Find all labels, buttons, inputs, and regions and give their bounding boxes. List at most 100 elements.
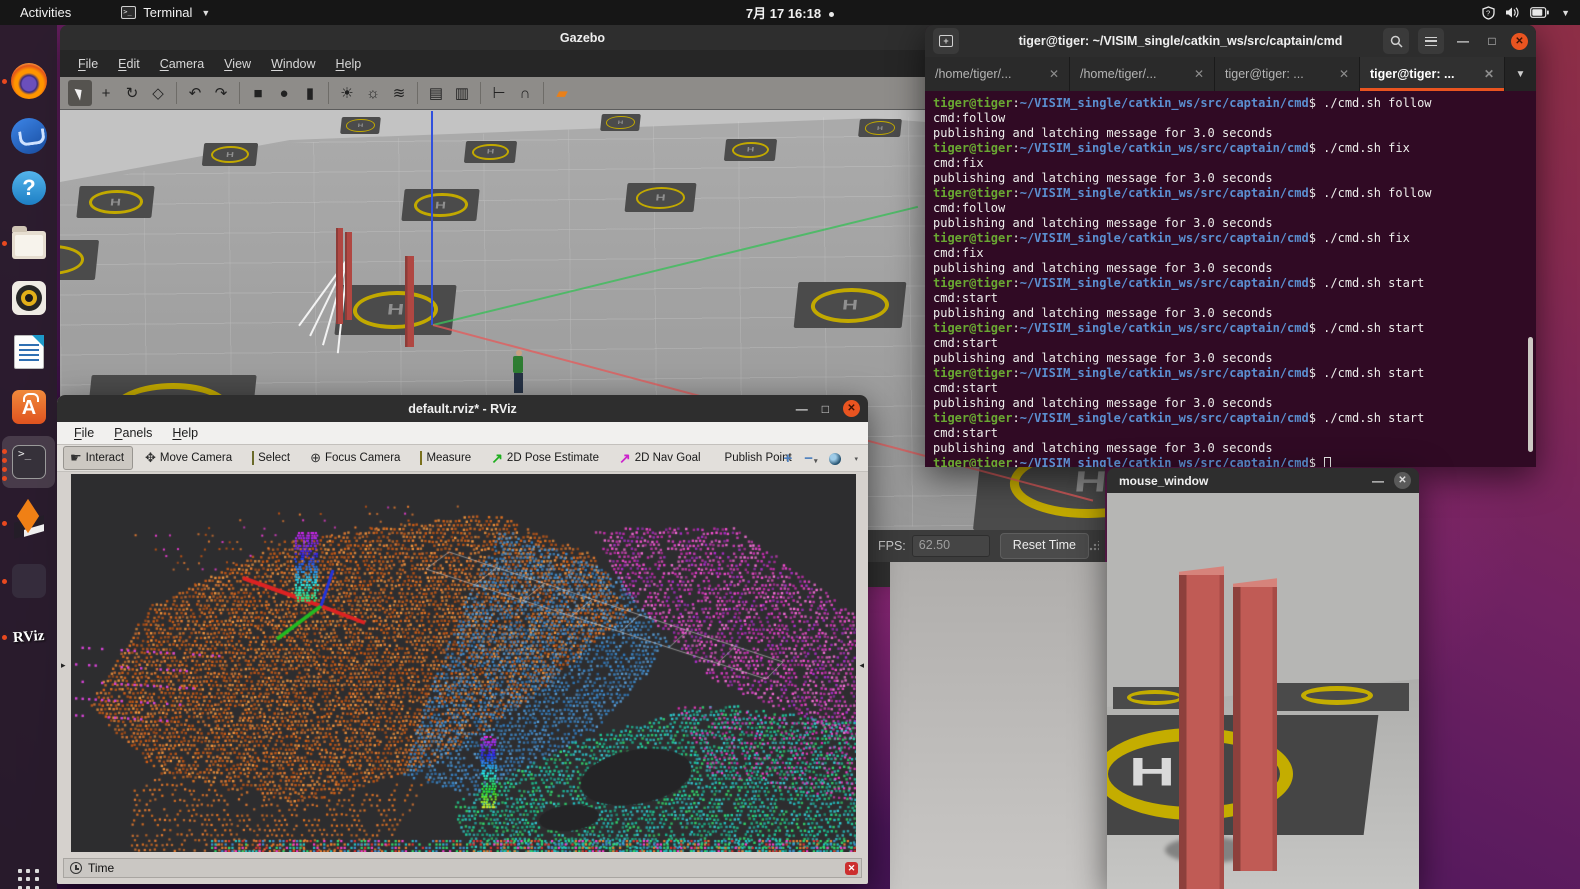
clock-label[interactable]: 7月 17 16:18 [746, 6, 821, 21]
rviz-tool-interact[interactable]: ☛Interact [63, 446, 133, 470]
rviz-tool-select[interactable]: Select [246, 449, 298, 467]
gazebo-menu-help[interactable]: Help [328, 54, 370, 74]
dock-item-show-applications[interactable] [9, 860, 49, 889]
caret-down-icon[interactable]: ▾ [854, 455, 858, 463]
terminal-output-line: cmd:follow [933, 201, 1536, 216]
terminal-tab-2[interactable]: /home/tiger/...✕ [1070, 57, 1215, 91]
rviz-menu-file[interactable]: File [65, 424, 103, 442]
gazebo-menu-file[interactable]: File [70, 54, 106, 74]
fps-value-field: 62.50 [912, 535, 990, 557]
scale-icon[interactable]: ◇ [146, 80, 170, 106]
dock-item-files[interactable] [9, 223, 49, 263]
caret-down-icon: ▼ [201, 8, 210, 18]
new-tab-button[interactable]: + [933, 28, 959, 54]
gazebo-menu-edit[interactable]: Edit [110, 54, 148, 74]
terminal-prompt-line: tiger@tiger:~/VISIM_single/catkin_ws/src… [933, 411, 1536, 426]
rviz-tool-2d-pose-estimate[interactable]: ↗2D Pose Estimate [485, 447, 607, 470]
dock-item-thunderbird[interactable] [9, 116, 49, 156]
directional-light-icon[interactable]: ≋ [387, 80, 411, 106]
volume-icon [1505, 6, 1520, 19]
scrollbar-thumb[interactable] [1528, 337, 1533, 452]
rviz-menu-help[interactable]: Help [163, 424, 207, 442]
dock-item-terminal[interactable]: >_ [9, 442, 49, 482]
undo-icon[interactable]: ↶ [183, 80, 207, 106]
minimize-icon[interactable]: — [796, 402, 808, 416]
minimize-icon[interactable]: — [1453, 34, 1473, 48]
terminal-window-title: tiger@tiger: ~/VISIM_single/catkin_ws/sr… [1015, 34, 1346, 48]
terminal-output-line: cmd:start [933, 381, 1536, 396]
tab-list-caret-icon[interactable]: ▼ [1505, 57, 1536, 91]
panel-expand-right-icon[interactable]: ◂ [859, 660, 864, 671]
redo-icon[interactable]: ↷ [209, 80, 233, 106]
sphere-icon[interactable]: ● [272, 80, 296, 106]
dock-item-gazebo[interactable] [9, 503, 49, 543]
rotate-icon[interactable]: ↻ [120, 80, 144, 106]
close-icon[interactable]: ✕ [843, 400, 860, 417]
tab-close-icon[interactable]: ✕ [1049, 67, 1059, 81]
cylinder-icon[interactable]: ▮ [298, 80, 322, 106]
terminal-tab-4[interactable]: tiger@tiger: ...✕ [1360, 57, 1505, 91]
terminal-output[interactable]: tiger@tiger:~/VISIM_single/catkin_ws/src… [925, 91, 1536, 467]
dock-item-ubuntu-software[interactable]: A [9, 387, 49, 427]
search-button[interactable] [1383, 28, 1409, 54]
rviz-3d-viewport[interactable] [71, 474, 856, 852]
spot-light-icon[interactable]: ☼ [361, 80, 385, 106]
resize-grip-icon[interactable] [1089, 541, 1099, 551]
dock-item-libreoffice-writer[interactable] [9, 332, 49, 372]
dock-item-help[interactable]: ? [9, 168, 49, 208]
terminal-tab-1[interactable]: /home/tiger/...✕ [925, 57, 1070, 91]
dock-item-firefox[interactable] [9, 61, 49, 101]
add-tool-plus-icon[interactable]: + [783, 450, 792, 467]
close-icon[interactable]: ✕ [1394, 472, 1411, 489]
rviz-tool-2d-nav-goal[interactable]: ↗2D Nav Goal [613, 447, 709, 470]
gazebo-menu-view[interactable]: View [216, 54, 259, 74]
hamburger-icon [1425, 37, 1437, 46]
axis-line [431, 111, 433, 325]
toolbar-separator [480, 82, 481, 104]
terminal-tab-3[interactable]: tiger@tiger: ...✕ [1215, 57, 1360, 91]
red-pillar [345, 232, 352, 320]
close-icon[interactable]: ✕ [1511, 33, 1528, 50]
time-panel-close-icon[interactable]: ✕ [845, 862, 858, 875]
align-icon[interactable]: ⊢ [487, 80, 511, 106]
dock-item-rhythmbox[interactable] [9, 278, 49, 318]
status-area[interactable]: ? ▼ [1482, 0, 1570, 25]
rviz-tool-move-camera[interactable]: ✥Move Camera [139, 447, 240, 469]
tab-close-icon[interactable]: ✕ [1194, 67, 1204, 81]
minimize-icon[interactable]: — [1372, 474, 1384, 488]
maximize-icon[interactable]: □ [1482, 34, 1502, 48]
terminal-titlebar[interactable]: + tiger@tiger: ~/VISIM_single/catkin_ws/… [925, 25, 1536, 57]
mouse-window-camera-view[interactable]: H [1107, 493, 1419, 889]
gazebo-menu-window[interactable]: Window [263, 54, 323, 74]
time-panel-header[interactable]: Time ✕ [63, 858, 862, 878]
menu-button[interactable] [1418, 28, 1444, 54]
dock-item-rviz[interactable]: RViz [9, 617, 49, 657]
remove-tool-minus-icon[interactable]: −▾ [804, 450, 817, 467]
dock-item-unknown-app[interactable] [9, 561, 49, 601]
tab-close-icon[interactable]: ✕ [1484, 67, 1494, 81]
reset-time-button[interactable]: Reset Time [1000, 533, 1089, 559]
maximize-icon[interactable]: □ [822, 402, 829, 416]
running-indicator-dot [2, 635, 7, 640]
terminal-output-line: publishing and latching message for 3.0 … [933, 441, 1536, 456]
point-light-icon[interactable]: ☀ [335, 80, 359, 106]
camera-tool-icon[interactable] [829, 453, 841, 465]
mouse-window-titlebar[interactable]: mouse_window — ✕ [1107, 468, 1419, 493]
tab-close-icon[interactable]: ✕ [1339, 67, 1349, 81]
copy-icon[interactable]: ▤ [424, 80, 448, 106]
app-menu[interactable]: >_ Terminal ▼ [121, 5, 210, 20]
select-arrow-icon[interactable] [68, 80, 92, 106]
panel-expand-left-icon[interactable]: ▸ [61, 660, 66, 671]
translate-icon[interactable]: + [94, 80, 118, 106]
paste-icon[interactable]: ▥ [450, 80, 474, 106]
rviz-menubar: FilePanelsHelp [57, 422, 868, 445]
rviz-titlebar[interactable]: default.rviz* - RViz — □ ✕ [57, 395, 868, 422]
box-icon[interactable]: ■ [246, 80, 270, 106]
snap-icon[interactable]: ∩ [513, 80, 537, 106]
rviz-tool-measure[interactable]: Measure [414, 449, 479, 467]
rviz-tool-focus-camera[interactable]: ⊕Focus Camera [304, 447, 408, 469]
gazebo-menu-camera[interactable]: Camera [152, 54, 212, 74]
view-angle-icon[interactable]: ▰ [550, 80, 574, 106]
activities-button[interactable]: Activities [12, 5, 79, 20]
rviz-menu-panels[interactable]: Panels [105, 424, 161, 442]
